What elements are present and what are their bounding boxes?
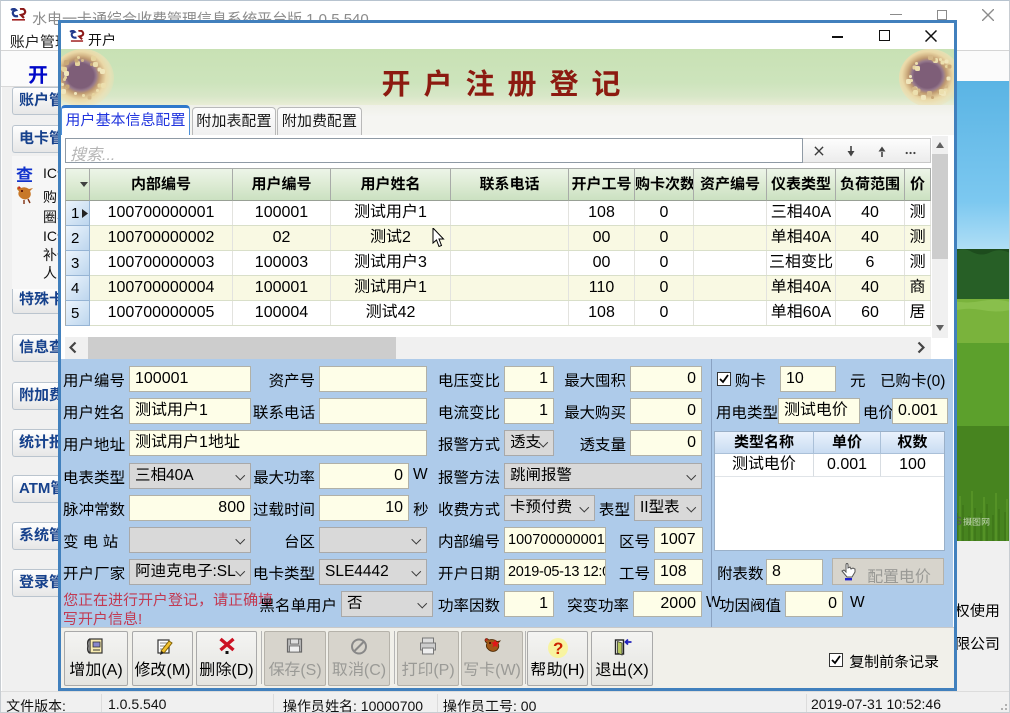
svg-text:摄图网: 摄图网 xyxy=(963,517,990,527)
